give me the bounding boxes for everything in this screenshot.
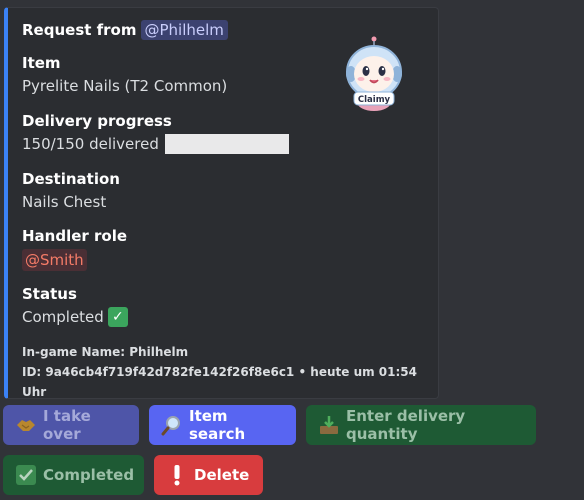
field-item: Item Pyrelite Nails (T2 Common): [22, 53, 227, 96]
status-label: Status: [22, 285, 77, 303]
progress-bar: [164, 134, 289, 154]
inbox-tray-icon: [318, 414, 340, 436]
claimy-mascot-thumbnail: Claimy: [346, 36, 402, 111]
item-search-label: Item search: [189, 407, 246, 443]
delete-button[interactable]: Delete: [154, 455, 263, 495]
take-over-button[interactable]: I take over: [3, 405, 139, 445]
completed-label: Completed: [43, 466, 135, 484]
status-value: Completed: [22, 308, 104, 326]
delete-label: Delete: [194, 466, 250, 484]
check-mark-icon: [15, 464, 37, 486]
embed-header: Request from @Philhelm: [22, 20, 228, 40]
enter-quantity-label: Enter delivery quantity: [346, 407, 466, 443]
requester-mention[interactable]: @Philhelm: [140, 20, 228, 40]
item-search-button[interactable]: Item search: [149, 405, 296, 445]
check-mark-emoji-icon: ✓: [107, 307, 128, 327]
item-label: Item: [22, 54, 61, 72]
take-over-label: I take over: [43, 407, 91, 443]
completed-button[interactable]: Completed: [3, 455, 144, 495]
header-prefix: Request from: [22, 21, 137, 39]
mascot-label: Claimy: [358, 95, 391, 105]
request-embed: Request from @Philhelm Claimy Item Pyrel…: [4, 7, 439, 399]
exclamation-icon: [166, 464, 188, 486]
enter-delivery-quantity-button[interactable]: Enter delivery quantity: [306, 405, 536, 445]
field-destination: Destination Nails Chest: [22, 169, 120, 212]
handler-role-mention[interactable]: @Smith: [22, 249, 87, 271]
footer-id-timestamp: ID: 9a46cb4f719f42d782fe142f26f8e6c1 • h…: [22, 365, 418, 399]
handler-label: Handler role: [22, 227, 128, 245]
handshake-icon: [15, 414, 37, 436]
destination-value: Nails Chest: [22, 193, 107, 211]
field-status: Status Completed ✓: [22, 284, 128, 327]
magnifier-icon: [161, 414, 183, 436]
destination-label: Destination: [22, 170, 120, 188]
progress-value: 150/150 delivered: [22, 135, 159, 153]
field-handler: Handler role @Smith: [22, 226, 127, 271]
progress-label: Delivery progress: [22, 112, 172, 130]
field-progress: Delivery progress 150/150 delivered: [22, 111, 289, 154]
embed-footer: In-game Name: Philhelm ID: 9a46cb4f719f4…: [22, 342, 438, 402]
footer-ingame-name: In-game Name: Philhelm: [22, 345, 189, 359]
item-value: Pyrelite Nails (T2 Common): [22, 77, 228, 95]
